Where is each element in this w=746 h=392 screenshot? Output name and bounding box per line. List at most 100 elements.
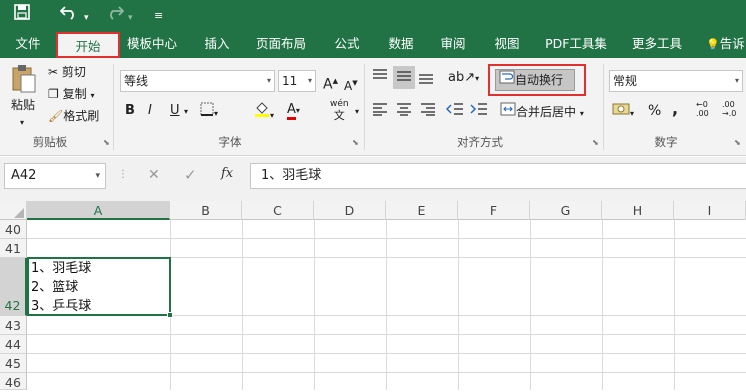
format-painter-button[interactable]: 🖌格式刷 — [48, 107, 99, 125]
divider — [113, 64, 114, 150]
tab-insert[interactable]: 插入 — [196, 30, 238, 58]
chevron-down-icon: ▾ — [307, 76, 312, 85]
fill-color-button[interactable]: ▾ — [254, 100, 274, 125]
row-header-42[interactable]: 42 — [0, 258, 27, 316]
cut-button[interactable]: ✂ 剪切 — [48, 63, 86, 81]
number-format-combo[interactable]: 常规 ▾ — [609, 70, 743, 92]
column-header-b[interactable]: B — [170, 201, 242, 220]
select-all-corner[interactable] — [0, 201, 27, 220]
wrap-text-button[interactable]: 自动换行 — [495, 69, 575, 91]
row-header-46[interactable]: 46 — [0, 373, 27, 390]
divider — [674, 220, 675, 390]
align-middle-button[interactable] — [393, 66, 415, 89]
tell-me[interactable]: 💡告诉 — [706, 30, 746, 58]
save-icon[interactable] — [14, 4, 30, 25]
italic-button[interactable]: I — [148, 102, 152, 120]
percent-button[interactable]: % — [648, 102, 661, 120]
paste-dropdown-icon[interactable]: ▾ — [20, 114, 24, 132]
column-header-f[interactable]: F — [458, 201, 530, 220]
tab-pdf-tools[interactable]: PDF工具集 — [540, 30, 612, 58]
shrink-font-button[interactable]: A▼ — [344, 74, 358, 95]
orientation-button[interactable]: ab↗▾ — [448, 68, 479, 88]
increase-decimal-button[interactable]: ←0.00 — [696, 100, 709, 118]
merge-center-button[interactable]: 合并后居中 ▾ — [500, 102, 584, 123]
alignment-launcher-icon[interactable]: ⬊ — [592, 138, 599, 147]
decrease-decimal-icon: .00 →.0 — [722, 100, 737, 118]
row-header-44[interactable]: 44 — [0, 335, 27, 354]
row-header-41[interactable]: 41 — [0, 239, 27, 258]
fill-handle[interactable] — [167, 312, 173, 318]
tab-page-layout[interactable]: 页面布局 — [250, 30, 312, 58]
grow-font-button[interactable]: A▲ — [323, 72, 338, 94]
divider — [242, 220, 243, 390]
cancel-icon[interactable]: ✕ — [148, 167, 160, 183]
more-options-icon[interactable]: ⋮ — [118, 169, 128, 180]
column-header-c[interactable]: C — [242, 201, 314, 220]
customize-icon[interactable]: ≡ — [154, 6, 163, 26]
row-header-45[interactable]: 45 — [0, 354, 27, 373]
copy-button[interactable]: ❐ 复制 ▾ — [48, 85, 94, 105]
align-left-button[interactable] — [372, 102, 388, 121]
column-header-h[interactable]: H — [602, 201, 674, 220]
indent-icon — [470, 103, 488, 119]
column-header-d[interactable]: D — [314, 201, 386, 220]
font-color-button[interactable]: A▾ — [287, 100, 300, 120]
phonetic-char-icon: 文 — [333, 109, 345, 122]
paste-button[interactable] — [8, 64, 40, 99]
insert-function-button[interactable]: fx — [221, 166, 233, 181]
divider — [27, 372, 746, 373]
underline-dropdown-icon[interactable]: ▾ — [184, 103, 188, 121]
tab-data[interactable]: 数据 — [380, 30, 422, 58]
column-header-g[interactable]: G — [530, 201, 602, 220]
tab-home[interactable]: 开始 — [56, 32, 120, 58]
font-name-combo[interactable]: 等线 ▾ — [120, 70, 275, 92]
merge-icon — [500, 102, 516, 119]
align-bottom-button[interactable] — [418, 70, 434, 89]
align-right-button[interactable] — [420, 102, 436, 121]
name-box[interactable]: A42 ▾ — [4, 163, 106, 189]
align-middle-icon — [396, 71, 412, 85]
underline-button[interactable]: U — [170, 102, 180, 120]
tab-view[interactable]: 视图 — [486, 30, 528, 58]
merge-center-label: 合并后居中 — [516, 105, 577, 119]
borders-button[interactable]: ▾ — [200, 102, 218, 123]
decrease-decimal-button[interactable]: .00 →.0 — [722, 100, 736, 118]
increase-indent-button[interactable] — [470, 102, 488, 121]
redo-icon[interactable] — [106, 4, 125, 25]
font-size-combo[interactable]: 11 ▾ — [278, 70, 316, 92]
align-top-button[interactable] — [372, 68, 388, 87]
redo-dropdown-icon[interactable]: ▾ — [128, 8, 133, 28]
undo-icon[interactable] — [59, 4, 78, 25]
comma-style-button[interactable]: , — [672, 100, 678, 118]
phonetic-button[interactable]: wén 文 — [330, 98, 349, 123]
tab-formulas[interactable]: 公式 — [326, 30, 368, 58]
number-launcher-icon[interactable]: ⬊ — [734, 138, 741, 147]
paste-label[interactable]: 粘贴 — [11, 96, 35, 114]
row-header-40[interactable]: 40 — [0, 220, 27, 239]
tell-me-label: 告诉 — [719, 36, 745, 51]
column-header-e[interactable]: E — [386, 201, 458, 220]
tab-file[interactable]: 文件 — [6, 30, 50, 58]
tab-review[interactable]: 审阅 — [432, 30, 474, 58]
bold-button[interactable]: B — [125, 102, 135, 120]
enter-icon[interactable]: ✓ — [184, 166, 197, 184]
accounting-format-button[interactable]: ▾ — [612, 102, 634, 123]
ribbon: 粘贴 ▾ ✂ 剪切 ❐ 复制 ▾ 🖌格式刷 剪贴板 ⬊ 等线 ▾ 11 ▾ A▲ A… — [0, 58, 746, 156]
undo-dropdown-icon[interactable]: ▾ — [84, 8, 89, 28]
tab-templates[interactable]: 模板中心 — [122, 30, 182, 58]
currency-icon — [612, 103, 630, 119]
clipboard-launcher-icon[interactable]: ⬊ — [103, 138, 110, 147]
row-header-43[interactable]: 43 — [0, 316, 27, 335]
chevron-down-icon: ▾ — [95, 171, 100, 181]
wrap-text-icon — [499, 70, 515, 87]
formula-input[interactable]: 1、羽毛球 — [250, 163, 746, 189]
tab-more-tools[interactable]: 更多工具 — [626, 30, 688, 58]
ribbon-tabs: 文件 开始 模板中心 插入 页面布局 公式 数据 审阅 视图 PDF工具集 更多… — [0, 30, 746, 58]
decrease-indent-button[interactable] — [445, 102, 464, 121]
column-header-i[interactable]: I — [674, 201, 746, 220]
column-header-a[interactable]: A — [27, 201, 170, 220]
divider — [530, 220, 531, 390]
font-launcher-icon[interactable]: ⬊ — [352, 138, 359, 147]
phonetic-dropdown-icon[interactable]: ▾ — [355, 103, 359, 121]
align-center-button[interactable] — [396, 102, 412, 121]
